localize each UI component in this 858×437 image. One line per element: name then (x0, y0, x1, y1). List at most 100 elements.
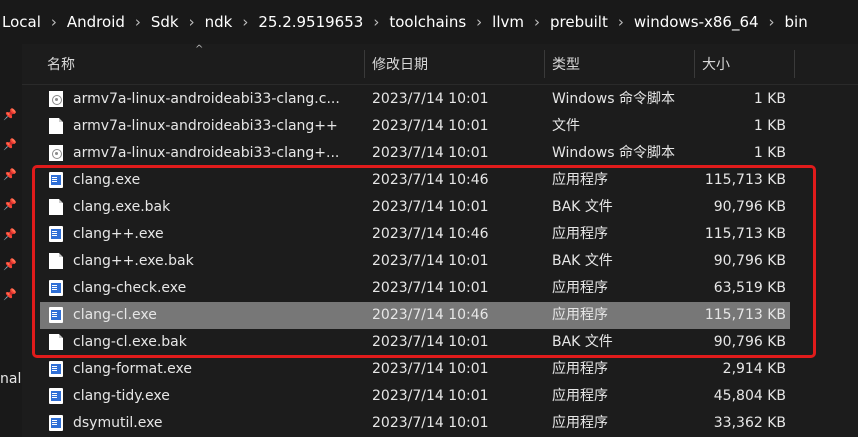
file-row-selected[interactable]: clang-cl.exe 2023/7/14 10:46 应用程序 115,713 K… (40, 302, 790, 329)
exe-icon (49, 361, 63, 377)
file-icon (49, 253, 63, 269)
chevron-right-icon[interactable]: › (612, 13, 630, 31)
breadcrumb-item[interactable]: Sdk (147, 13, 183, 31)
file-row[interactable]: clang++.exe.bak 2023/7/14 10:01 BAK 文件 90,7… (40, 248, 790, 275)
chevron-right-icon[interactable]: › (763, 13, 781, 31)
chevron-right-icon[interactable]: › (470, 13, 488, 31)
file-row[interactable]: clang.exe.bak 2023/7/14 10:01 BAK 文件 90,796… (40, 194, 790, 221)
file-size: 1 KB (753, 91, 786, 107)
file-type: 应用程序 (552, 280, 608, 296)
file-row[interactable]: clang.exe 2023/7/14 10:46 应用程序 115,713 KB (40, 167, 790, 194)
file-modified-date: 2023/7/14 10:01 (372, 388, 489, 404)
file-modified-date: 2023/7/14 10:01 (372, 145, 489, 161)
file-icon (49, 334, 63, 350)
breadcrumb-item[interactable]: bin (781, 13, 812, 31)
file-size: 90,796 KB (713, 334, 786, 350)
breadcrumb-item[interactable]: llvm (488, 13, 528, 31)
script-icon (49, 145, 63, 161)
column-header-name[interactable]: 名称 (47, 44, 75, 84)
breadcrumb-item[interactable]: Android (63, 13, 129, 31)
pin-icon[interactable]: 📌 (3, 259, 17, 271)
file-name: armv7a-linux-androideabi33-clang.c... (73, 91, 340, 107)
file-type: BAK 文件 (552, 253, 613, 269)
file-size: 63,519 KB (713, 280, 786, 296)
breadcrumb-item[interactable]: windows-x86_64 (630, 13, 763, 31)
chevron-right-icon[interactable]: › (129, 13, 147, 31)
file-name: dsymutil.exe (73, 415, 163, 431)
chevron-right-icon[interactable]: › (183, 13, 201, 31)
file-type: Windows 命令脚本 (552, 145, 675, 161)
chevron-right-icon[interactable]: › (367, 13, 385, 31)
file-modified-date: 2023/7/14 10:01 (372, 199, 489, 215)
file-type: 应用程序 (552, 307, 608, 323)
file-name: armv7a-linux-androideabi33-clang+... (73, 145, 340, 161)
breadcrumb-item[interactable]: toolchains (385, 13, 470, 31)
file-size: 2,914 KB (722, 361, 786, 377)
file-name: clang-cl.exe.bak (73, 334, 187, 350)
sort-ascending-icon: ^ (195, 44, 204, 55)
file-size: 115,713 KB (704, 172, 786, 188)
file-size: 115,713 KB (704, 226, 786, 242)
file-type: 应用程序 (552, 172, 608, 188)
chevron-right-icon[interactable]: › (45, 13, 63, 31)
file-modified-date: 2023/7/14 10:46 (372, 307, 489, 323)
exe-icon (49, 307, 63, 323)
file-row[interactable]: clang-tidy.exe 2023/7/14 10:01 应用程序 45,804 … (40, 383, 790, 410)
pin-icon[interactable]: 📌 (3, 289, 17, 301)
pin-icon[interactable]: 📌 (3, 139, 17, 151)
column-header-type[interactable]: 类型 (552, 44, 580, 84)
column-divider[interactable] (364, 50, 365, 78)
file-row[interactable]: armv7a-linux-androideabi33-clang.c... 202… (40, 86, 790, 113)
exe-icon (49, 280, 63, 296)
chevron-right-icon[interactable]: › (236, 13, 254, 31)
column-header-size[interactable]: 大小 (702, 44, 730, 84)
file-modified-date: 2023/7/14 10:46 (372, 172, 489, 188)
file-name: clang-tidy.exe (73, 388, 170, 404)
column-header-bar: ^ 名称 修改日期 类型 大小 (22, 44, 858, 85)
file-row[interactable]: armv7a-linux-androideabi33-clang++ 2023/7… (40, 113, 790, 140)
nav-item-label[interactable]: nal (0, 371, 21, 387)
file-row[interactable]: clang-cl.exe.bak 2023/7/14 10:01 BAK 文件 90,… (40, 329, 790, 356)
breadcrumb-item[interactable]: prebuilt (546, 13, 612, 31)
file-icon (49, 199, 63, 215)
file-modified-date: 2023/7/14 10:01 (372, 415, 489, 431)
file-size: 45,804 KB (713, 388, 786, 404)
breadcrumb: Local › Android › Sdk › ndk › 25.2.9519653 › toolc… (0, 0, 858, 44)
file-row[interactable]: clang-format.exe 2023/7/14 10:01 应用程序 2,914… (40, 356, 790, 383)
file-type: 应用程序 (552, 226, 608, 242)
file-name: clang.exe.bak (73, 199, 171, 215)
file-modified-date: 2023/7/14 10:01 (372, 334, 489, 350)
file-row[interactable]: clang++.exe 2023/7/14 10:46 应用程序 115,713 KB (40, 221, 790, 248)
file-modified-date: 2023/7/14 10:01 (372, 118, 489, 134)
pin-icon[interactable]: 📌 (3, 109, 17, 121)
file-modified-date: 2023/7/14 10:01 (372, 253, 489, 269)
file-size: 1 KB (753, 118, 786, 134)
file-type: 应用程序 (552, 361, 608, 377)
column-divider[interactable] (544, 50, 545, 78)
file-modified-date: 2023/7/14 10:46 (372, 226, 489, 242)
breadcrumb-item[interactable]: Local (0, 13, 45, 31)
pin-icon[interactable]: 📌 (3, 199, 17, 211)
chevron-right-icon[interactable]: › (528, 13, 546, 31)
column-divider[interactable] (694, 50, 695, 78)
file-modified-date: 2023/7/14 10:01 (372, 91, 489, 107)
file-size: 90,796 KB (713, 199, 786, 215)
pin-icon[interactable]: 📌 (3, 169, 17, 181)
column-header-date[interactable]: 修改日期 (372, 44, 428, 84)
column-divider[interactable] (794, 50, 795, 78)
file-type: 应用程序 (552, 415, 608, 431)
file-size: 33,362 KB (713, 415, 786, 431)
file-type: BAK 文件 (552, 334, 613, 350)
breadcrumb-item[interactable]: 25.2.9519653 (254, 13, 367, 31)
file-name: clang-format.exe (73, 361, 192, 377)
file-type: 应用程序 (552, 388, 608, 404)
file-modified-date: 2023/7/14 10:01 (372, 280, 489, 296)
exe-icon (49, 388, 63, 404)
file-row[interactable]: clang-check.exe 2023/7/14 10:01 应用程序 63,519… (40, 275, 790, 302)
exe-icon (49, 415, 63, 431)
pin-icon[interactable]: 📌 (3, 229, 17, 241)
exe-icon (49, 172, 63, 188)
file-row[interactable]: dsymutil.exe 2023/7/14 10:01 应用程序 33,362 KB (40, 410, 790, 437)
breadcrumb-item[interactable]: ndk (201, 13, 237, 31)
file-row[interactable]: armv7a-linux-androideabi33-clang+... 2023… (40, 140, 790, 167)
